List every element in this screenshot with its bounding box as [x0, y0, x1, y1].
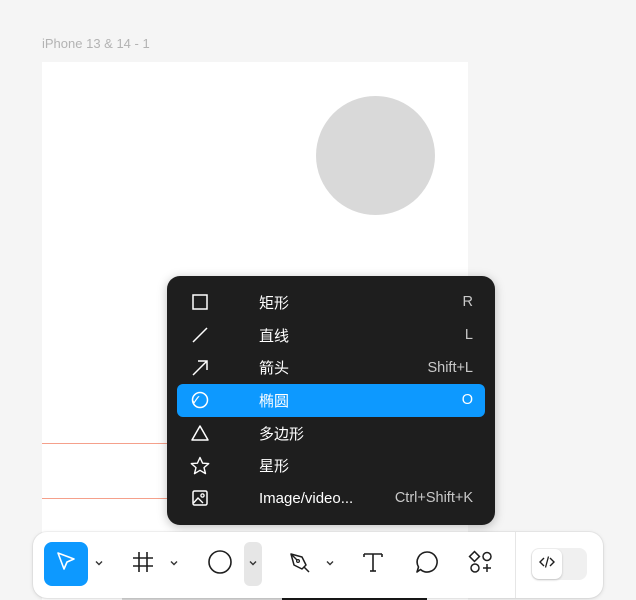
- menu-item-line[interactable]: 直线 L: [177, 319, 485, 352]
- menu-item-label: 直线: [259, 327, 290, 345]
- menu-item-shortcut: R: [462, 294, 473, 311]
- move-tool-dropdown[interactable]: [90, 542, 108, 586]
- menu-item-shortcut: Shift+L: [427, 359, 473, 376]
- move-tool-button[interactable]: [44, 542, 88, 586]
- guide-line: [42, 443, 172, 444]
- pen-icon: [286, 549, 312, 580]
- comment-icon: [414, 549, 440, 580]
- polygon-icon: [187, 422, 213, 444]
- frame-label[interactable]: iPhone 13 & 14 - 1: [42, 36, 150, 51]
- resources-icon: [468, 549, 494, 580]
- rectangle-icon: [187, 291, 213, 313]
- menu-item-arrow[interactable]: 箭头 Shift+L: [177, 351, 485, 384]
- guide-line: [42, 498, 172, 499]
- menu-item-label: Image/video...: [259, 489, 354, 507]
- pen-tool-button[interactable]: [279, 542, 319, 586]
- menu-item-shortcut: Ctrl+Shift+K: [394, 490, 473, 507]
- dev-mode-toggle[interactable]: [531, 548, 587, 580]
- menu-item-label: 多边形: [259, 425, 305, 443]
- shape-tools-menu: 矩形 R 直线 L 箭头 Shift+L ✓ 椭圆 O 多边形 星形 Image…: [167, 276, 495, 525]
- dev-mode-knob[interactable]: [532, 549, 562, 579]
- menu-item-polygon[interactable]: 多边形: [177, 417, 485, 450]
- chevron-down-icon: [248, 555, 258, 573]
- chevron-down-icon: [169, 555, 179, 573]
- menu-item-shortcut: L: [464, 327, 473, 344]
- chevron-down-icon: [94, 555, 104, 573]
- menu-item-star[interactable]: 星形: [177, 449, 485, 482]
- line-icon: [187, 324, 213, 346]
- frame-hash-icon: [130, 549, 156, 580]
- text-tool-button[interactable]: [353, 542, 393, 586]
- menu-item-label: 椭圆: [259, 392, 290, 410]
- frame-tool-dropdown[interactable]: [165, 542, 183, 586]
- menu-item-label: 箭头: [259, 360, 290, 378]
- frame-tool-button[interactable]: [123, 542, 163, 586]
- shape-tool-button[interactable]: [199, 542, 241, 586]
- star-icon: [187, 455, 213, 477]
- menu-item-label: 星形: [259, 458, 290, 476]
- resources-tool-button[interactable]: [461, 542, 501, 586]
- design-canvas[interactable]: iPhone 13 & 14 - 1 矩形 R 直线 L 箭头 Shift+L: [0, 0, 636, 600]
- chevron-down-icon: [325, 555, 335, 573]
- move-cursor-icon: [53, 549, 79, 580]
- image-icon: [187, 487, 213, 509]
- ellipse-icon: [207, 549, 233, 580]
- menu-item-ellipse[interactable]: ✓ 椭圆 O: [177, 384, 485, 417]
- comment-tool-button[interactable]: [407, 542, 447, 586]
- menu-item-rectangle[interactable]: 矩形 R: [177, 286, 485, 319]
- arrow-icon: [187, 357, 213, 379]
- menu-item-label: 矩形: [259, 294, 290, 312]
- ellipse-shape[interactable]: [316, 96, 435, 215]
- text-icon: [360, 549, 386, 580]
- toolbar-divider: [515, 532, 516, 598]
- shape-tool-dropdown[interactable]: [244, 542, 262, 586]
- bottom-toolbar: [33, 532, 603, 598]
- menu-item-image[interactable]: Image/video... Ctrl+Shift+K: [177, 482, 485, 515]
- check-icon: ✓: [190, 391, 202, 408]
- dev-mode-icon: [538, 553, 556, 576]
- menu-item-shortcut: O: [461, 392, 473, 409]
- pen-tool-dropdown[interactable]: [321, 542, 339, 586]
